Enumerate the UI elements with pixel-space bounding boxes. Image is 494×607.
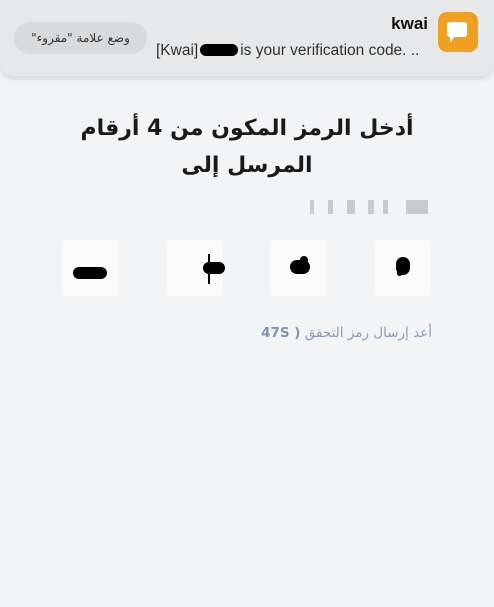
redacted-code [200,44,239,56]
code-digit-box-4[interactable] [62,240,118,296]
notification-message-suffix: is your verification code. .. [240,42,420,59]
title-line-1: أدخل الرمز المكون من 4 أرقام [80,116,414,141]
resend-label: أعد إرسال رمز التحقق [304,325,432,341]
phone-number-blurred [310,200,430,214]
resend-code-link[interactable]: أعد إرسال رمز التحقق ( 47S [230,325,432,341]
page-title: أدخل الرمز المكون من 4 أرقام المرسل إلى [0,110,494,184]
notification-banner[interactable]: kwai [Kwai] is your verification code. ..… [0,0,494,76]
chat-bubble-icon [447,22,467,43]
notification-message-prefix: [Kwai] [156,42,199,59]
title-line-2: المرسل إلى [181,153,313,178]
resend-timer: ( 47S [261,325,301,341]
code-digit-box-3[interactable] [167,240,225,296]
kwai-app-icon [438,12,478,52]
code-digit-box-1[interactable] [375,240,431,296]
mark-as-read-button[interactable]: وضع علامة "مقروء" [14,22,147,54]
code-digit-box-2[interactable] [270,240,326,296]
notification-app-name: kwai [391,14,428,33]
notification-message: [Kwai] is your verification code. .. [156,42,432,60]
